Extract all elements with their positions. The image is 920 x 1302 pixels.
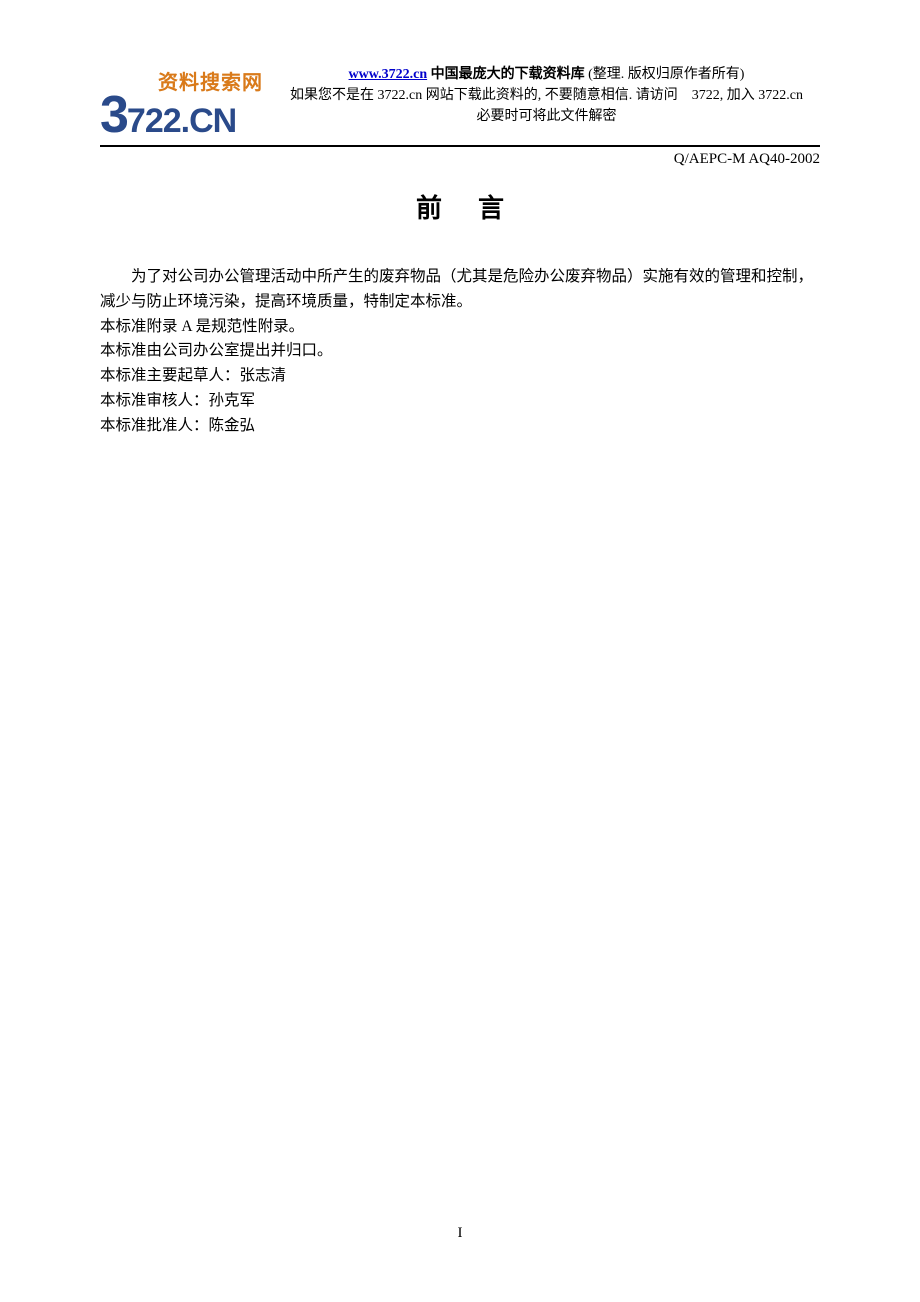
paragraph-6: 本标准批准人：陈金弘 [100,414,820,439]
header-line1-bold: 中国最庞大的下载资料库 [427,67,588,82]
logo-722cn-text: 722.CN [127,104,236,138]
document-code: Q/AEPC-M AQ40-2002 [100,151,820,168]
page-header: 资料搜索网 3 722.CN www.3722.cn 中国最庞大的下载资料库 (… [100,60,820,141]
site-link[interactable]: www.3722.cn [349,67,428,82]
paragraph-1: 为了对公司办公管理活动中所产生的废弃物品（尤其是危险办公废弃物品）实施有效的管理… [100,265,820,315]
header-text-block: www.3722.cn 中国最庞大的下载资料库 (整理. 版权归原作者所有) 如… [273,60,820,127]
header-line1-paren: (整理. 版权归原作者所有) [588,67,744,82]
body-text: 为了对公司办公管理活动中所产生的废弃物品（尤其是危险办公废弃物品）实施有效的管理… [100,265,820,439]
header-line-2: 如果您不是在 3722.cn 网站下载此资料的, 不要随意相信. 请访问 372… [273,85,820,106]
document-page: 资料搜索网 3 722.CN www.3722.cn 中国最庞大的下载资料库 (… [0,0,920,479]
logo-3-icon: 3 [100,89,129,141]
header-line-3: 必要时可将此文件解密 [273,106,820,127]
paragraph-2: 本标准附录 A 是规范性附录。 [100,315,820,340]
page-number: I [0,1225,920,1242]
paragraph-4: 本标准主要起草人：张志清 [100,364,820,389]
logo-tagline: 资料搜索网 [158,66,263,95]
paragraph-3: 本标准由公司办公室提出并归口。 [100,339,820,364]
paragraph-5: 本标准审核人：孙克军 [100,389,820,414]
logo-main: 3 722.CN [100,89,263,141]
header-divider [100,145,820,147]
header-line-1: www.3722.cn 中国最庞大的下载资料库 (整理. 版权归原作者所有) [273,64,820,85]
site-logo: 资料搜索网 3 722.CN [100,66,263,141]
page-title: 前言 [100,188,820,225]
